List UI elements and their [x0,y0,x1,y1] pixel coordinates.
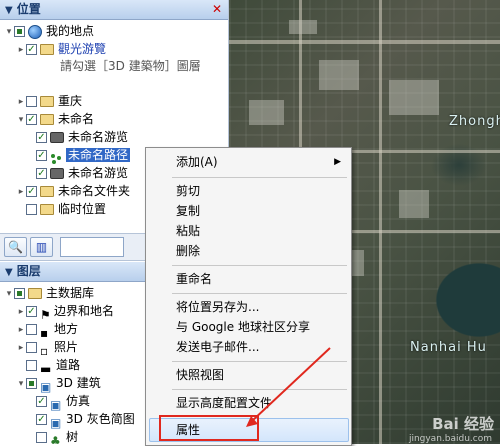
annotation-arrow [246,347,331,427]
